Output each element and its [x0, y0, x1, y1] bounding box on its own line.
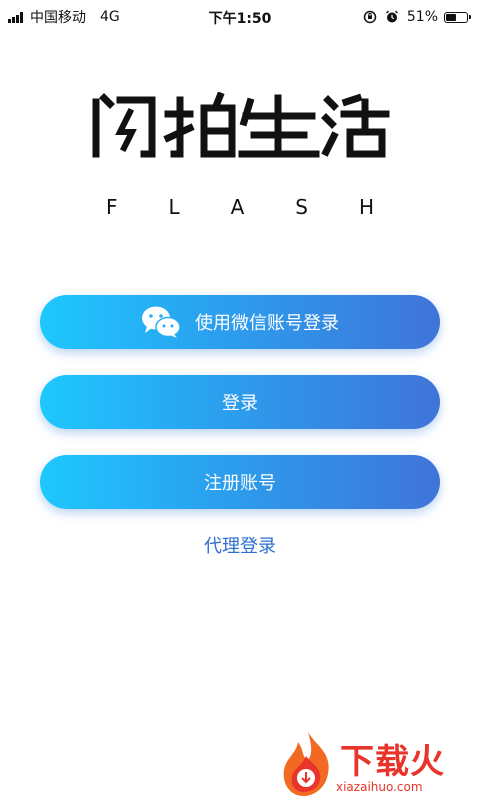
logo-subtitle-letter: L	[168, 195, 180, 219]
battery-fill	[446, 13, 457, 21]
login-button[interactable]: 登录	[40, 375, 440, 429]
logo-subtitle-letter: F	[106, 195, 118, 219]
logo-subtitle-letter: S	[295, 195, 308, 219]
logo-subtitle-letter: H	[358, 195, 374, 219]
wechat-login-label: 使用微信账号登录	[195, 313, 339, 334]
network-type: 4G	[100, 9, 120, 25]
app-logo	[90, 91, 390, 160]
logo-subtitle-letter: A	[230, 195, 245, 219]
battery-icon	[444, 11, 471, 23]
wechat-icon	[141, 305, 181, 339]
register-button[interactable]: 注册账号	[40, 455, 440, 509]
status-left: 中国移动 4G	[8, 8, 120, 26]
carrier-name: 中国移动	[30, 10, 86, 26]
battery-percent: 51%	[406, 9, 438, 25]
logo-subtitle: FLASH	[90, 195, 390, 219]
agent-login-link[interactable]: 代理登录	[0, 532, 480, 558]
signal-icon	[8, 11, 24, 23]
watermark: 下载火 xiazaihuo.com	[278, 730, 478, 800]
login-label: 登录	[222, 393, 258, 414]
watermark-url: xiazaihuo.com	[336, 780, 423, 794]
flame-logo-icon	[283, 732, 329, 796]
alarm-icon	[385, 10, 399, 24]
status-right: 51%	[363, 8, 471, 26]
wechat-login-button[interactable]: 使用微信账号登录	[40, 295, 440, 349]
orientation-lock-icon	[363, 10, 377, 24]
register-label: 注册账号	[204, 473, 276, 494]
status-bar: 中国移动 4G 下午1:50 51%	[0, 0, 480, 34]
app-logo-graphic	[92, 91, 390, 158]
watermark-brand: 下载火	[340, 742, 445, 782]
